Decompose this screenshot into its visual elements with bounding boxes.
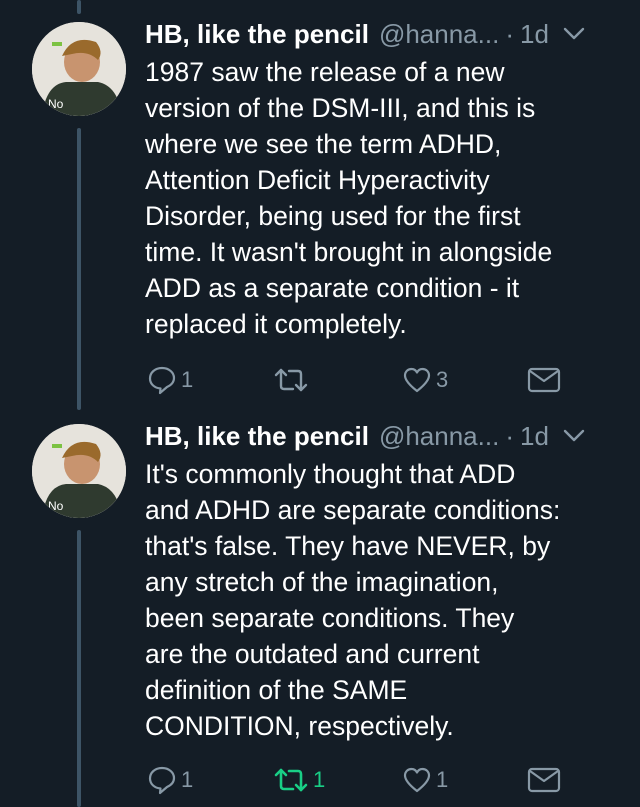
- reply-button[interactable]: 1: [147, 360, 193, 400]
- reply-icon: [148, 366, 176, 395]
- reply-count: 1: [181, 767, 194, 792]
- reply-button[interactable]: 1: [147, 760, 193, 800]
- svg-text:No: No: [48, 499, 64, 513]
- envelope-icon: [527, 767, 561, 793]
- separator-dot: ·: [505, 421, 514, 451]
- avatar-photo: No: [32, 424, 126, 518]
- like-button[interactable]: 3: [402, 360, 448, 400]
- retweet-button[interactable]: 1: [273, 760, 325, 800]
- separator-dot: ·: [505, 19, 514, 49]
- direct-message-button[interactable]: [527, 760, 561, 800]
- timestamp[interactable]: 1d: [520, 18, 549, 50]
- like-button[interactable]: 1: [402, 760, 448, 800]
- tweet-actions: 1 1 1: [0, 760, 640, 800]
- retweet-button[interactable]: [273, 360, 313, 400]
- tweet-header: HB, like the pencil @hanna... · 1d: [145, 14, 622, 54]
- thread-line-top: [77, 0, 81, 14]
- direct-message-button[interactable]: [527, 360, 561, 400]
- envelope-icon: [527, 367, 561, 393]
- tweet-text: 1987 saw the release of a new version of…: [145, 57, 553, 339]
- avatar[interactable]: No: [32, 424, 126, 518]
- svg-text:No: No: [48, 97, 64, 111]
- like-count: 3: [436, 367, 449, 392]
- avatar[interactable]: No: [32, 22, 126, 116]
- heart-icon: [403, 767, 431, 793]
- timestamp[interactable]: 1d: [520, 420, 549, 452]
- user-handle[interactable]: @hanna...: [379, 18, 499, 50]
- retweet-count: 1: [313, 767, 326, 792]
- tweet[interactable]: No HB, like the pencil @hanna... · 1d It…: [0, 416, 640, 807]
- display-name[interactable]: HB, like the pencil: [145, 18, 369, 50]
- chevron-down-icon[interactable]: [563, 27, 585, 41]
- tweet-text: It's commonly thought that ADD and ADHD …: [145, 459, 561, 741]
- user-handle[interactable]: @hanna...: [379, 420, 499, 452]
- tweet[interactable]: No HB, like the pencil @hanna... · 1d 19…: [0, 14, 640, 414]
- retweet-icon: [274, 368, 308, 392]
- heart-icon: [403, 367, 431, 393]
- retweet-icon: [274, 768, 308, 792]
- chevron-down-icon[interactable]: [563, 429, 585, 443]
- tweet-header: HB, like the pencil @hanna... · 1d: [145, 416, 622, 456]
- like-count: 1: [436, 767, 449, 792]
- display-name[interactable]: HB, like the pencil: [145, 420, 369, 452]
- tweet-actions: 1 3: [0, 360, 640, 400]
- avatar-photo: No: [32, 22, 126, 116]
- reply-count: 1: [181, 367, 194, 392]
- reply-icon: [148, 766, 176, 795]
